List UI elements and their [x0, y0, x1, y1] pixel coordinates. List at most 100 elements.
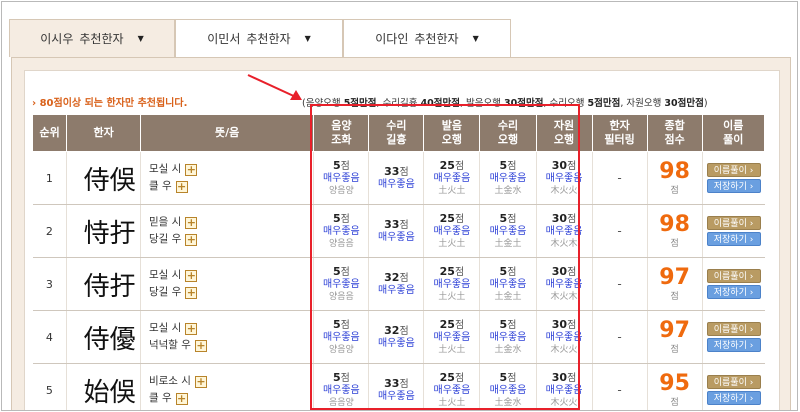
score-value: 33	[384, 376, 400, 390]
score-verdict: 매우좋음	[489, 225, 527, 237]
score-unit: 점	[507, 372, 517, 384]
save-button[interactable]: 저장하기 ›	[706, 179, 761, 193]
hanja-cell: 侍優	[66, 310, 141, 364]
total-cell: 98 점	[647, 204, 703, 258]
score-value: 33	[384, 217, 400, 231]
total-cell: 95 점	[647, 363, 703, 410]
score-unit: 점	[399, 166, 409, 178]
score-verdict: 매우좋음	[377, 337, 415, 349]
table-header-row: 순위 한자 뜻/음 음양 조화 수리 길흉 발음 오행 수리 오행 자원 오행 한자 필터링…	[31, 114, 766, 152]
score-value: 33	[384, 164, 400, 178]
meaning-cell: 모실 시 + 넉넉할 우 +	[140, 310, 315, 364]
score-value: 25	[439, 211, 455, 225]
plus-icon[interactable]: +	[185, 286, 198, 299]
score-detail: 土火土	[438, 344, 466, 355]
meaning-line: 모실 시	[148, 269, 182, 281]
plus-icon[interactable]: +	[185, 163, 198, 176]
score-unit: 점	[567, 213, 577, 225]
plus-icon[interactable]: +	[185, 322, 198, 335]
name-interp-button[interactable]: 이름풀이 ›	[706, 375, 761, 389]
score-value: 5	[332, 211, 341, 225]
pronun-cell: 25점 매우좋음 土火土	[423, 310, 481, 364]
score-unit: 점	[507, 213, 517, 225]
score-unit: 점	[567, 319, 577, 331]
tab-lee-siwoo[interactable]: 이시우 추천한자 ▼	[9, 19, 175, 57]
plus-icon[interactable]: +	[185, 233, 198, 246]
tab-lee-minseo[interactable]: 이민서 추천한자 ▼	[175, 19, 343, 57]
suri-ohaeng-cell: 5점 매우좋음 土金水	[479, 363, 537, 410]
score-verdict: 매우좋음	[322, 278, 360, 290]
tab-lee-dain[interactable]: 이다인 추천한자 ▼	[343, 19, 511, 57]
suri-ohaeng-cell: 5점 매우좋음 土金土	[479, 204, 537, 258]
filter-cell: -	[592, 257, 648, 311]
score-unit: 점	[399, 219, 409, 231]
save-button[interactable]: 저장하기 ›	[706, 338, 761, 352]
score-value: 5	[332, 317, 341, 331]
name-interp-button[interactable]: 이름풀이 ›	[706, 163, 761, 177]
jawon-cell: 30점 매우좋음 木火火	[536, 310, 593, 364]
tab-label: 추천한자	[79, 32, 124, 46]
score-verdict: 매우좋음	[322, 172, 360, 184]
score-value: 25	[439, 158, 455, 172]
action-cell: 이름풀이 › 저장하기 ›	[702, 363, 765, 410]
score-detail: 土金水	[494, 185, 522, 196]
caret-down-icon: ▼	[137, 34, 144, 43]
save-button[interactable]: 저장하기 ›	[706, 285, 761, 299]
criteria-label: , 발음오행	[460, 98, 505, 109]
hanja-cell: 侍俁	[66, 151, 141, 205]
name-interp-button[interactable]: 이름풀이 ›	[706, 216, 761, 230]
save-button[interactable]: 저장하기 ›	[706, 232, 761, 246]
meaning-cell: 모실 시 + 클 우 +	[140, 151, 315, 205]
header-hanja: 한자	[66, 114, 141, 152]
score-detail: 양음양	[328, 344, 354, 355]
score-unit: 점	[399, 272, 409, 284]
caret-down-icon: ▼	[472, 34, 479, 43]
filter-cell: -	[592, 310, 648, 364]
score-unit: 점	[454, 319, 465, 331]
name-interp-button[interactable]: 이름풀이 ›	[706, 269, 761, 283]
plus-icon[interactable]: +	[175, 392, 188, 405]
score-verdict: 매우좋음	[433, 172, 471, 184]
header-yinyang: 음양 조화	[313, 114, 370, 152]
rank-cell: 1	[32, 151, 68, 205]
score-unit: 점	[399, 378, 409, 390]
total-unit: 점	[670, 344, 679, 355]
score-value: 32	[384, 270, 400, 284]
yinyang-cell: 5점 매우좋음 양음음	[313, 257, 370, 311]
score-unit: 점	[454, 372, 465, 384]
pronun-cell: 25점 매우좋음 土火土	[423, 363, 481, 410]
meaning-line: 모실 시	[148, 322, 182, 334]
meaning-line: 믿을 시	[148, 216, 182, 228]
header-jawon: 자원 오행	[535, 114, 593, 152]
plus-icon[interactable]: +	[194, 339, 207, 352]
score-unit: 점	[340, 160, 350, 172]
score-detail: 木火火	[550, 185, 578, 196]
suri-ohaeng-cell: 5점 매우좋음 土金水	[479, 310, 537, 364]
filter-cell: -	[592, 363, 648, 410]
criteria-value: 40점만점	[420, 98, 461, 109]
total-score: 97	[659, 264, 690, 290]
plus-icon[interactable]: +	[185, 269, 198, 282]
plus-icon[interactable]: +	[194, 375, 207, 388]
score-verdict: 매우좋음	[322, 331, 360, 343]
pointer-arrow-icon	[247, 74, 302, 100]
criteria-value: 30점만점	[664, 98, 704, 109]
score-unit: 점	[567, 160, 577, 172]
save-button[interactable]: 저장하기 ›	[706, 391, 761, 405]
score-unit: 점	[507, 319, 517, 331]
score-verdict: 매우좋음	[489, 278, 527, 290]
score-verdict: 매우좋음	[489, 331, 527, 343]
caret-down-icon: ▼	[304, 34, 311, 43]
total-score: 98	[659, 158, 690, 184]
plus-icon[interactable]: +	[175, 180, 188, 193]
score-value: 30	[551, 370, 568, 384]
score-verdict: 매우좋음	[377, 284, 415, 296]
meaning-cell: 모실 시 + 당길 우 +	[140, 257, 315, 311]
score-verdict: 매우좋음	[377, 390, 415, 402]
plus-icon[interactable]: +	[185, 216, 198, 229]
total-cell: 98 점	[647, 151, 703, 205]
name-interp-button[interactable]: 이름풀이 ›	[706, 322, 761, 336]
meaning-line: 클 우	[148, 180, 172, 192]
score-detail: 木火火	[550, 397, 578, 408]
suri-cell: 33점 매우좋음	[368, 151, 425, 205]
